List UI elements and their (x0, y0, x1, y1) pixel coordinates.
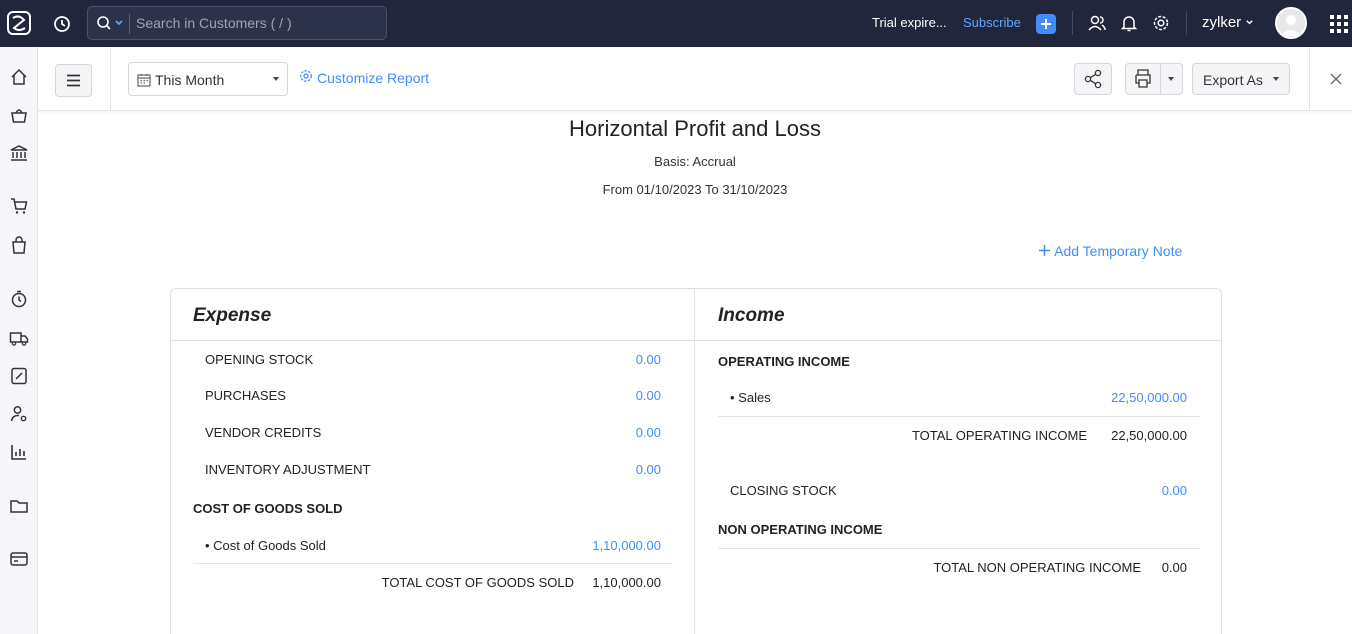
gear-icon (300, 70, 312, 82)
user-settings-icon[interactable] (9, 404, 29, 424)
sales-amount[interactable]: 22,50,000.00 (1111, 390, 1187, 405)
shopping-bag-icon[interactable] (9, 235, 29, 255)
expense-row-label: VENDOR CREDITS (205, 425, 322, 440)
topbar-divider (1072, 11, 1073, 35)
time-tracking-icon[interactable] (9, 289, 29, 309)
sidebar (0, 47, 38, 634)
search-divider (129, 14, 130, 34)
cogs-total-label: TOTAL COST OF GOODS SOLD (381, 575, 574, 590)
banking-icon[interactable] (9, 143, 29, 163)
expense-row-amount[interactable]: 0.00 (636, 462, 661, 477)
expense-row-label: OPENING STOCK (205, 352, 314, 367)
organization-name: zylker (1202, 14, 1242, 31)
print-button-group[interactable] (1125, 63, 1183, 95)
apps-grid-icon[interactable] (1329, 14, 1349, 34)
row-divider (718, 416, 1200, 417)
caret-down-icon (1273, 77, 1279, 81)
avatar[interactable] (1275, 7, 1307, 39)
print-divider (1160, 64, 1161, 94)
toolbar-divider (1309, 47, 1310, 111)
app-logo-icon[interactable] (6, 10, 32, 36)
non-operating-total-label: TOTAL NON OPERATING INCOME (933, 560, 1141, 575)
top-bar: Trial expire... Subscribe zylker (0, 0, 1352, 47)
close-icon[interactable] (1329, 72, 1343, 86)
bell-icon[interactable] (1119, 13, 1139, 33)
non-operating-total-amount: 0.00 (1161, 560, 1187, 575)
chevron-down-icon[interactable] (114, 18, 124, 28)
printer-icon[interactable] (1126, 64, 1160, 94)
toolbar-divider (110, 47, 111, 111)
payments-card-icon[interactable] (9, 549, 29, 569)
share-icon (1084, 69, 1102, 89)
users-icon[interactable] (1087, 13, 1107, 33)
operating-income-section-title: OPERATING INCOME (718, 354, 850, 369)
period-value: This Month (155, 72, 225, 88)
closing-stock-label: CLOSING STOCK (730, 483, 837, 498)
items-icon[interactable] (9, 105, 29, 125)
cart-icon[interactable] (9, 196, 29, 216)
cogs-total-amount: 1,10,000.00 (592, 575, 661, 590)
row-divider (193, 563, 673, 564)
cogs-item-amount[interactable]: 1,10,000.00 (592, 538, 661, 553)
reports-chart-icon[interactable] (9, 442, 29, 462)
subscribe-link[interactable]: Subscribe (963, 15, 1021, 30)
expense-row-amount[interactable]: 0.00 (636, 352, 661, 367)
recent-history-icon[interactable] (52, 14, 72, 34)
export-as-button[interactable]: Export As (1192, 63, 1290, 95)
user-avatar-icon (1281, 15, 1301, 36)
expense-row-amount[interactable]: 0.00 (636, 425, 661, 440)
row-divider (718, 548, 1200, 549)
report-toolbar: This Month Customize Report Export As (38, 47, 1352, 111)
cogs-item-label: • Cost of Goods Sold (205, 538, 326, 553)
report-basis: Basis: Accrual (654, 154, 736, 169)
expense-row-label: INVENTORY ADJUSTMENT (205, 462, 371, 477)
income-heading: Income (718, 305, 785, 326)
add-temporary-note-label: Add Temporary Note (1054, 243, 1183, 259)
profit-loss-table: Expense Income OPENING STOCK 0.00 PURCHA… (170, 288, 1222, 634)
add-temporary-note-link[interactable]: Add Temporary Note (1038, 243, 1182, 259)
customize-report-link[interactable]: Customize Report (299, 70, 429, 86)
menu-button[interactable] (55, 64, 92, 97)
period-select[interactable]: This Month (128, 62, 288, 96)
accountant-icon[interactable] (9, 366, 29, 386)
hamburger-icon (67, 74, 80, 87)
gear-icon[interactable] (1151, 13, 1171, 33)
search-input[interactable] (136, 13, 376, 33)
share-button[interactable] (1074, 63, 1112, 95)
documents-folder-icon[interactable] (9, 496, 29, 516)
closing-stock-amount[interactable]: 0.00 (1162, 483, 1187, 498)
home-icon[interactable] (9, 67, 29, 87)
plus-icon (1041, 19, 1051, 29)
organization-switcher[interactable]: zylker (1202, 14, 1254, 31)
trial-status[interactable]: Trial expire... (872, 15, 947, 30)
expense-heading: Expense (193, 305, 272, 326)
delivery-truck-icon[interactable] (9, 328, 29, 348)
cogs-section-title: COST OF GOODS SOLD (193, 501, 343, 516)
report-title: Horizontal Profit and Loss (569, 116, 821, 141)
expense-row-label: PURCHASES (205, 388, 286, 403)
caret-down-icon[interactable] (1168, 77, 1174, 81)
non-operating-income-section-title: NON OPERATING INCOME (718, 522, 883, 537)
column-divider (694, 289, 695, 634)
plus-icon (1039, 245, 1050, 256)
table-header: Expense Income (171, 289, 1221, 341)
search-icon (97, 16, 111, 30)
operating-total-amount: 22,50,000.00 (1111, 428, 1187, 443)
chevron-down-icon (1246, 20, 1254, 25)
caret-down-icon (273, 77, 279, 81)
search-box[interactable] (87, 6, 387, 40)
topbar-divider (1186, 11, 1187, 35)
report-date-range: From 01/10/2023 To 31/10/2023 (602, 182, 788, 197)
expense-row-amount[interactable]: 0.00 (636, 388, 661, 403)
quick-create-button[interactable] (1036, 14, 1056, 34)
export-as-label: Export As (1203, 72, 1263, 88)
operating-total-label: TOTAL OPERATING INCOME (911, 428, 1087, 443)
calendar-icon (137, 74, 151, 87)
sales-label: • Sales (730, 390, 771, 405)
customize-report-label: Customize Report (317, 70, 430, 86)
